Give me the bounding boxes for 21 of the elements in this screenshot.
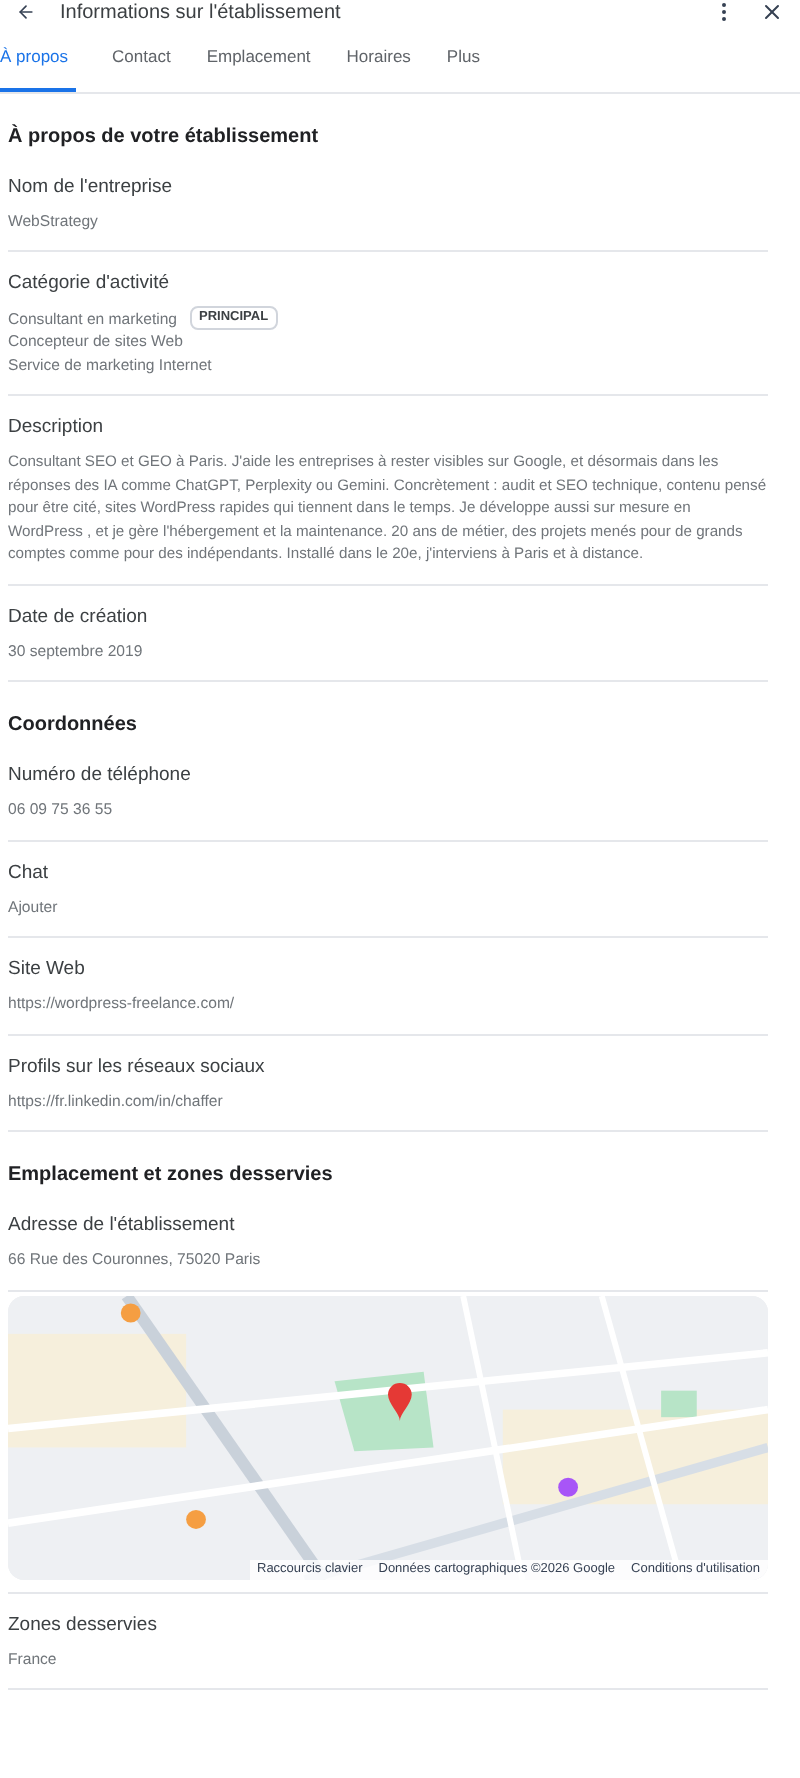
field-label: Adresse de l'établissement	[8, 1214, 237, 1239]
section-heading: Emplacement et zones desservies	[8, 1162, 335, 1191]
field-label: Nom de l'entreprise	[8, 175, 175, 200]
close-icon[interactable]	[760, 0, 784, 24]
field-label: Zones desservies	[8, 1613, 159, 1638]
tab[interactable]: Contact	[112, 44, 171, 92]
tab[interactable]: Horaires	[346, 44, 411, 92]
tab[interactable]: Emplacement	[206, 44, 311, 92]
field-label: Date de création	[8, 605, 150, 630]
field-label: Description	[8, 416, 106, 441]
back-icon[interactable]	[16, 2, 36, 22]
field-label: Site Web	[8, 958, 87, 983]
field-label: Chat	[8, 861, 51, 886]
section-heading: À propos de votre établissement	[8, 122, 321, 152]
section-heading: Coordonnées	[8, 712, 139, 741]
window-title: Informations sur l'établissement	[60, 1, 343, 23]
tab[interactable]: Plus	[446, 44, 480, 92]
field-label: Numéro de téléphone	[8, 764, 193, 789]
tab[interactable]: À propos	[0, 44, 77, 92]
field-label: Catégorie d'activité	[8, 272, 171, 297]
field-label: Profils sur les réseaux sociaux	[8, 1055, 267, 1080]
